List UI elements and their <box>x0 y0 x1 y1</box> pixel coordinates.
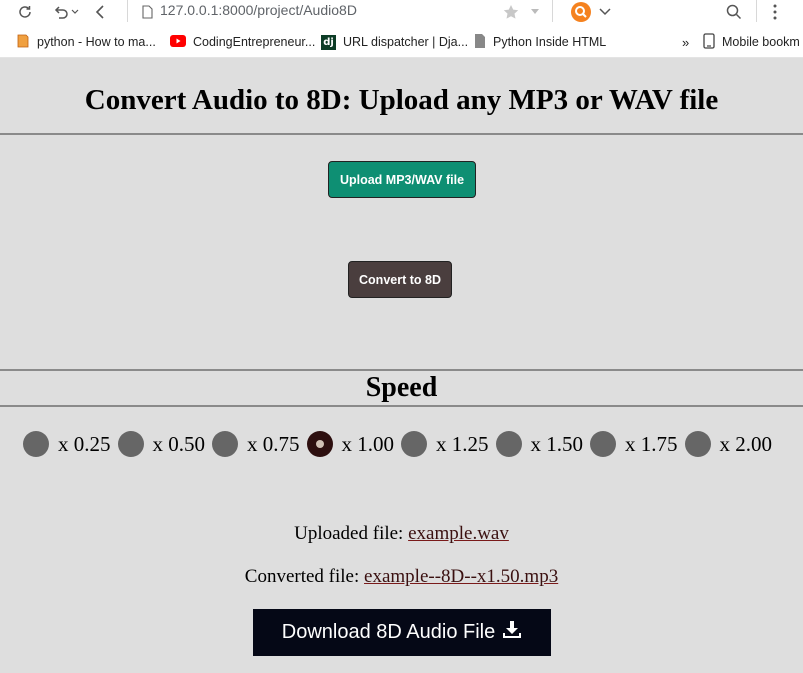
speed-option-label: x 1.25 <box>436 431 489 456</box>
speed-radio[interactable] <box>23 431 49 457</box>
bookmark-label: Python Inside HTML <box>493 35 607 49</box>
toolbar-divider <box>756 0 757 22</box>
converted-file-prefix: Converted file: <box>244 566 360 587</box>
bookmark-item[interactable]: Mobile bookm <box>703 32 800 52</box>
page-title: Convert Audio to 8D: Upload any MP3 or W… <box>84 84 719 116</box>
bookmark-item[interactable]: python - How to ma... <box>16 33 156 51</box>
document-icon <box>474 33 486 51</box>
speed-option-label: x 0.25 <box>58 431 111 456</box>
toolbar-divider <box>127 0 128 22</box>
youtube-icon <box>170 34 186 50</box>
search-icon[interactable] <box>724 0 744 24</box>
bookmark-page-icon <box>16 34 30 51</box>
speed-options: x 0.25 x 0.50 x 0.75 x 1.00 x 1.25 x 1.50 x 1.… <box>23 430 779 458</box>
speed-option-label: x 0.50 <box>152 431 206 456</box>
speed-radio[interactable] <box>401 431 427 457</box>
download-button-label: Download 8D Audio File <box>281 621 496 643</box>
divider <box>0 133 803 135</box>
speed-option-label: x 1.00 <box>341 431 395 456</box>
speed-option-label: x 2.00 <box>719 431 773 456</box>
star-dropdown-icon[interactable] <box>530 0 540 24</box>
bookmark-item[interactable]: dj URL dispatcher | Dja... <box>321 33 468 51</box>
bookmark-label: Mobile bookm <box>722 35 800 49</box>
convert-button[interactable]: Convert to 8D <box>348 261 452 298</box>
speed-heading: Speed <box>365 372 438 403</box>
undo-dropdown-icon[interactable] <box>70 0 80 24</box>
bookmark-label: python - How to ma... <box>37 35 156 49</box>
toolbar-divider <box>552 0 553 22</box>
reload-icon[interactable] <box>14 0 36 24</box>
speed-radio[interactable] <box>684 431 711 457</box>
converted-file-line: Converted file: example--8D--x1.50.mp3 <box>0 566 803 588</box>
divider <box>0 369 803 371</box>
search-engine-dropdown-icon[interactable] <box>598 0 612 24</box>
bookmark-star-icon[interactable] <box>502 0 520 24</box>
browser-toolbar: 127.0.0.1:8000/project/Audio8D <box>0 0 803 26</box>
speed-option-label: x 1.50 <box>530 431 584 456</box>
uploaded-file-line: Uploaded file: example.wav <box>0 523 803 545</box>
mobile-icon <box>703 32 715 52</box>
download-button[interactable]: Download 8D Audio File <box>253 609 551 656</box>
bookmarks-overflow-button[interactable]: » <box>682 33 689 51</box>
download-icon <box>502 620 522 646</box>
bookmark-label: CodingEntrepreneur... <box>193 35 316 49</box>
bookmark-item[interactable]: Python Inside HTML <box>474 33 606 51</box>
undo-icon[interactable] <box>50 0 72 24</box>
back-icon[interactable] <box>90 0 110 24</box>
speed-radio[interactable] <box>212 431 238 457</box>
uploaded-file-link[interactable]: example.wav <box>408 523 509 544</box>
menu-icon[interactable] <box>768 0 782 24</box>
radio-selected-dot <box>315 440 324 448</box>
converted-file-link[interactable]: example--8D--x1.50.mp3 <box>364 566 558 587</box>
bookmark-label: URL dispatcher | Dja... <box>343 35 469 49</box>
speed-radio[interactable] <box>306 431 333 457</box>
upload-button[interactable]: Upload MP3/WAV file <box>328 161 476 198</box>
speed-radio[interactable] <box>117 431 144 457</box>
speed-radio[interactable] <box>590 431 616 457</box>
speed-radio[interactable] <box>495 431 522 457</box>
uploaded-file-prefix: Uploaded file: <box>294 523 404 544</box>
speed-option-label: x 1.75 <box>625 431 678 456</box>
speed-option-label: x 0.75 <box>247 431 300 456</box>
bookmark-item[interactable]: CodingEntrepreneur... <box>170 33 315 51</box>
django-icon: dj <box>321 34 336 50</box>
search-engine-icon[interactable] <box>570 0 592 24</box>
divider <box>0 405 803 407</box>
address-bar[interactable]: 127.0.0.1:8000/project/Audio8D <box>160 2 357 18</box>
page-info-icon[interactable] <box>140 0 154 24</box>
